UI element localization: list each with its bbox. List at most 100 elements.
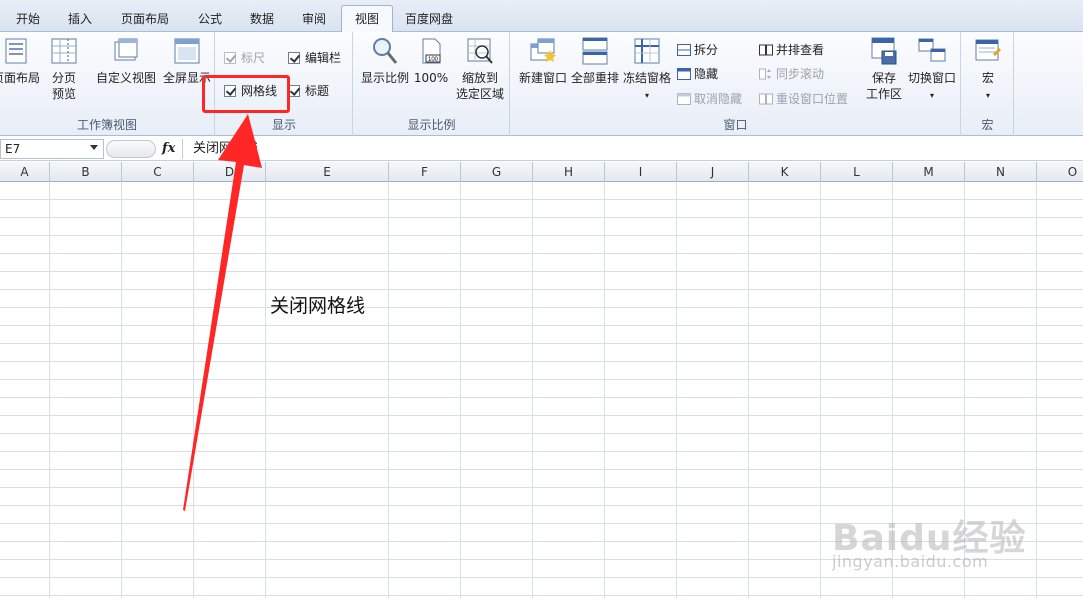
new-window-label: 新建窗口 [518, 71, 567, 85]
grid-row-line [0, 361, 1083, 362]
column-header-row: ABCDEFGHIJKLMNO [0, 162, 1083, 182]
show-group-label: 显示 [271, 118, 296, 132]
column-header-i[interactable]: I [605, 162, 677, 182]
column-header-o[interactable]: O [1037, 162, 1083, 182]
workbook-views-group-label: 工作簿视图 [76, 118, 137, 132]
page-break-preview-label-1: 分页 [51, 71, 76, 85]
group-macros: 宏 ▾ 宏 [962, 32, 1014, 136]
view-side-by-side-button[interactable]: 并排查看 [759, 40, 824, 60]
arrange-all-button[interactable]: 全部重排 [569, 36, 621, 86]
save-workspace-label-2: 工作区 [865, 87, 902, 101]
hide-icon [677, 68, 691, 80]
grid-row-line [0, 469, 1083, 470]
tab-formulas[interactable]: 公式 [186, 7, 234, 32]
page-layout-view-button[interactable]: 页面布局 [0, 36, 44, 86]
formula-bar-checkbox[interactable]: 编辑栏 [288, 48, 341, 68]
excel-window: 开始 插入 页面布局 公式 数据 审阅 视图 百度网盘 页面布局 [0, 0, 1083, 598]
column-header-b[interactable]: B [50, 162, 122, 182]
save-workspace-icon [871, 37, 897, 65]
zoom-to-selection-button[interactable]: 缩放到 选定区域 [452, 36, 508, 102]
zoom-to-selection-label-2: 选定区域 [455, 87, 504, 101]
full-screen-icon [174, 38, 200, 64]
new-window-button[interactable]: 新建窗口 [515, 36, 571, 86]
hide-label: 隐藏 [694, 67, 719, 81]
reset-window-position-label: 重设窗口位置 [776, 92, 849, 106]
split-button[interactable]: 拆分 [677, 40, 718, 60]
cell-e7[interactable]: 关闭网格线 [270, 291, 365, 318]
freeze-panes-button[interactable]: 冻结窗格 ▾ [621, 36, 673, 104]
unhide-button[interactable]: 取消隐藏 [677, 89, 742, 109]
column-header-k[interactable]: K [749, 162, 821, 182]
window-group-label: 窗口 [723, 118, 748, 132]
reset-window-position-button[interactable]: 重设窗口位置 [759, 89, 848, 109]
column-header-f[interactable]: F [389, 162, 461, 182]
tab-insert[interactable]: 插入 [56, 7, 104, 32]
column-header-g[interactable]: G [461, 162, 533, 182]
grid-column-line [193, 182, 194, 598]
grid-row-line [0, 235, 1083, 236]
column-header-m[interactable]: M [893, 162, 965, 182]
grid-column-line [1036, 182, 1037, 598]
formula-input[interactable]: 关闭网格线 [182, 139, 1082, 159]
grid-row-line [0, 595, 1083, 596]
insert-function-icon[interactable]: fx [162, 139, 175, 159]
save-workspace-button[interactable]: 保存 工作区 [861, 36, 907, 102]
grid-column-line [604, 182, 605, 598]
column-header-n[interactable]: N [965, 162, 1037, 182]
grid-column-line [460, 182, 461, 598]
grid-row-line [0, 451, 1083, 452]
unhide-label: 取消隐藏 [694, 92, 743, 106]
grid-row-line [0, 505, 1083, 506]
grid-column-line [121, 182, 122, 598]
magnifier-icon [373, 38, 398, 64]
switch-windows-button[interactable]: 切换窗口 ▾ [905, 36, 959, 104]
freeze-panes-dropdown-icon: ▾ [644, 91, 649, 100]
grid-column-line [748, 182, 749, 598]
tab-baidu-netdisk[interactable]: 百度网盘 [396, 7, 462, 32]
column-header-l[interactable]: L [821, 162, 893, 182]
grid-row-line [0, 487, 1083, 488]
page-layout-view-label: 页面布局 [0, 71, 40, 85]
zoom-100-button[interactable]: 100 100% [412, 36, 450, 86]
page-break-preview-button[interactable]: 分页 预览 [44, 36, 84, 102]
tab-data[interactable]: 数据 [238, 7, 286, 32]
new-window-icon [530, 38, 556, 62]
group-zoom: 显示比例 100 100% 缩放到 选定区域 显示比例 [354, 32, 510, 136]
formula-bar-check-icon [288, 52, 300, 64]
baidu-watermark-url: jingyan.baidu.com [832, 552, 989, 571]
synchronous-scrolling-button[interactable]: 同步滚动 [759, 64, 824, 84]
zoom-group-label: 显示比例 [407, 118, 456, 132]
reset-position-icon [759, 93, 773, 105]
tab-view[interactable]: 视图 [341, 5, 393, 33]
zoom-to-selection-label-1: 缩放到 [461, 71, 498, 85]
name-box[interactable]: E7 [0, 139, 104, 159]
column-header-e[interactable]: E [266, 162, 389, 182]
zoom-label: 显示比例 [360, 71, 409, 85]
hide-button[interactable]: 隐藏 [677, 64, 718, 84]
ruler-checkbox[interactable]: 标尺 [224, 48, 265, 68]
zoom-to-selection-icon [467, 38, 493, 64]
headings-label: 标题 [305, 84, 330, 98]
tab-home[interactable]: 开始 [4, 7, 52, 32]
zoom-button[interactable]: 显示比例 [358, 36, 412, 86]
page-layout-icon [5, 38, 27, 64]
column-header-d[interactable]: D [194, 162, 266, 182]
tab-review[interactable]: 审阅 [290, 7, 338, 32]
tab-page-layout[interactable]: 页面布局 [108, 7, 182, 32]
column-header-c[interactable]: C [122, 162, 194, 182]
custom-views-button[interactable]: 自定义视图 [94, 36, 158, 86]
freeze-panes-label: 冻结窗格 [622, 71, 671, 85]
grid-row-line [0, 415, 1083, 416]
freeze-panes-icon [634, 38, 660, 64]
macros-button[interactable]: 宏 ▾ [966, 36, 1010, 104]
switch-windows-label: 切换窗口 [907, 71, 956, 85]
unhide-icon [677, 93, 691, 105]
column-header-h[interactable]: H [533, 162, 605, 182]
column-header-a[interactable]: A [0, 162, 50, 182]
formula-bar-label: 编辑栏 [305, 51, 342, 65]
column-header-j[interactable]: J [677, 162, 749, 182]
formula-bar-resize-handle[interactable] [106, 140, 156, 158]
name-box-dropdown-icon[interactable] [90, 145, 98, 150]
grid-column-line [676, 182, 677, 598]
headings-checkbox[interactable]: 标题 [288, 81, 329, 101]
